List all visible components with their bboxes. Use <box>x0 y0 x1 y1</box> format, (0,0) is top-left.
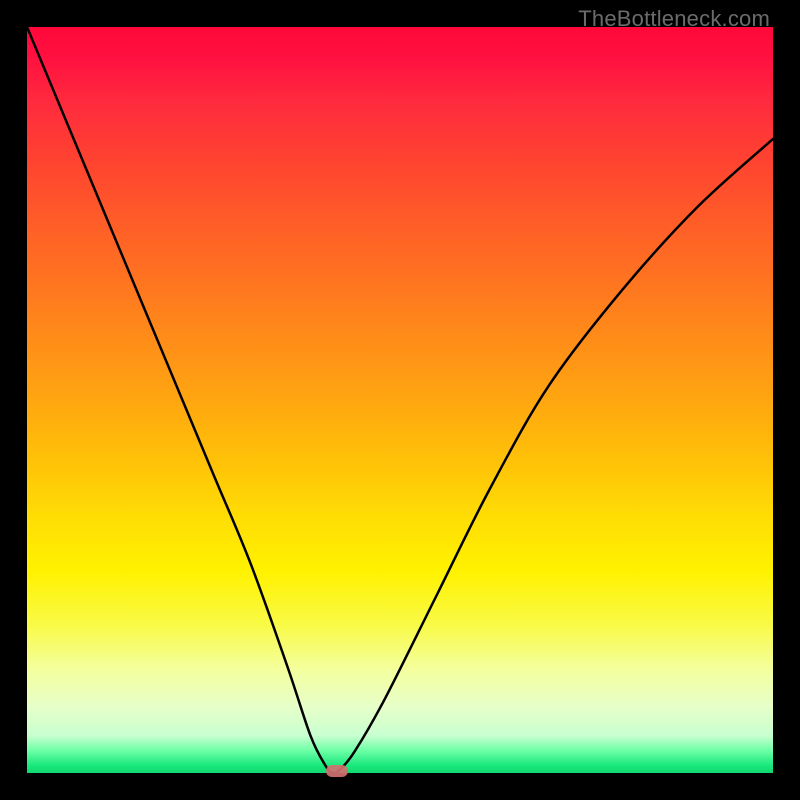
chart-frame: TheBottleneck.com <box>0 0 800 800</box>
bottleneck-curve <box>27 27 773 773</box>
plot-area <box>27 27 773 773</box>
minimum-marker <box>326 765 348 777</box>
curve-path <box>27 27 773 773</box>
